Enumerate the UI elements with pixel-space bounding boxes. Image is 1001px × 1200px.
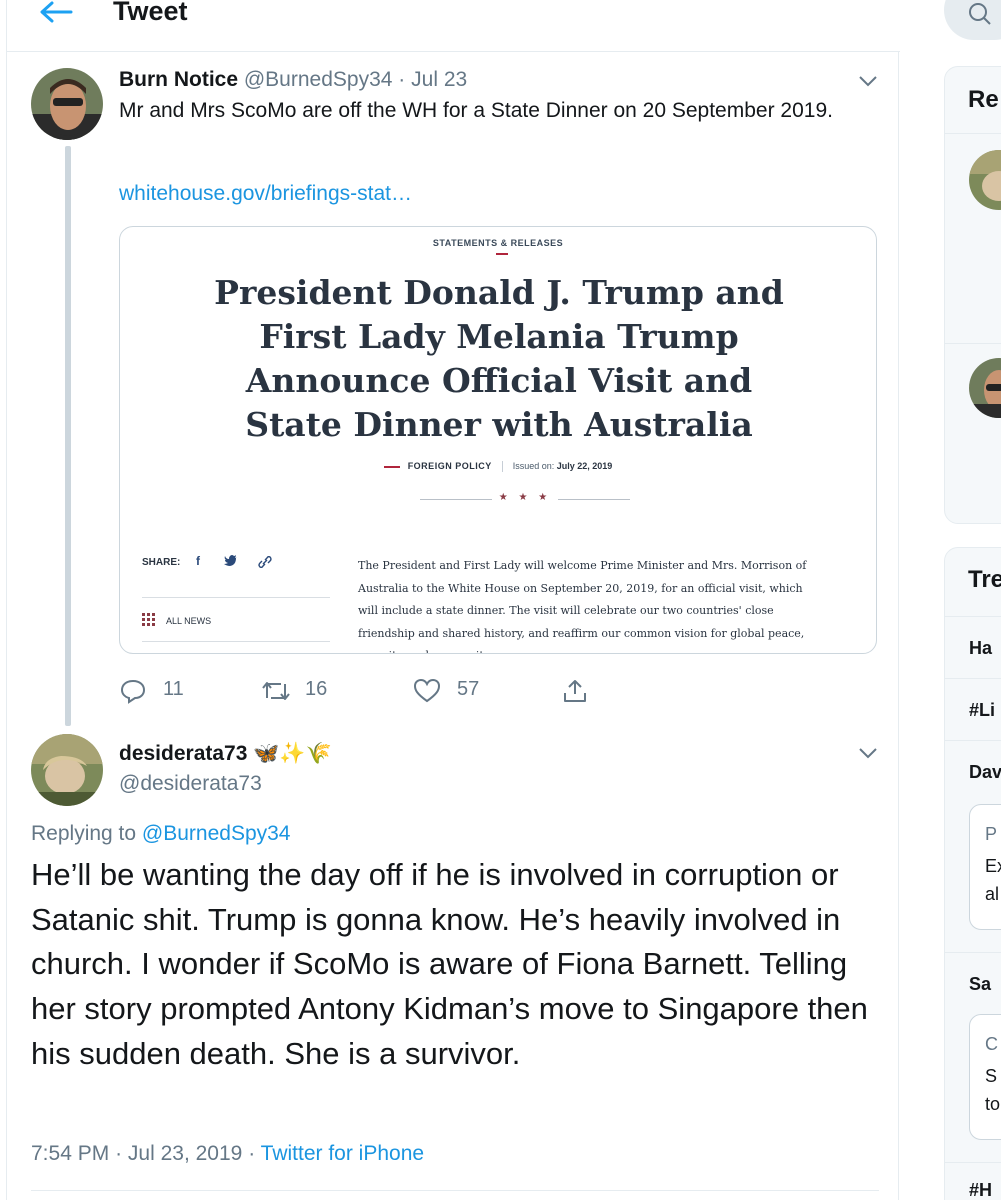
reply-button[interactable]: 11 [119,676,199,704]
tweet1-author-name[interactable]: Burn Notice [119,68,238,91]
trend-item[interactable]: Sa [969,974,991,995]
replying-to-handle[interactable]: @BurnedSpy34 [142,822,291,845]
panel-divider [944,952,1001,953]
chevron-down-icon [859,76,877,87]
chevron-down-icon [859,748,877,759]
panel-divider [944,1162,1001,1163]
trends-title: Tre [968,566,1001,593]
tweet2-meta-separator: · [115,1142,123,1165]
heart-icon [413,678,441,703]
trend-card-line: S [985,1066,998,1086]
like-button[interactable]: 57 [413,676,503,704]
meta-rule [383,465,400,468]
trend-item[interactable]: Ha [969,638,992,659]
panel-divider [944,740,1001,741]
card-issued-label: Issued on: [512,461,555,471]
tweet2-time[interactable]: 7:54 PM [31,1142,109,1165]
avatar-burn-notice[interactable] [31,68,103,140]
card-share-label: SHARE: [142,557,181,568]
panel-divider [944,343,1001,344]
card-category: FOREIGN POLICY [407,461,492,471]
tweet2-date[interactable]: Jul 23, 2019 [128,1142,242,1165]
tweet2-meta-separator-2: · [248,1142,256,1165]
share-icon [564,680,586,702]
back-arrow-icon [40,1,73,23]
card-kicker: STATEMENTS & RELEASES [432,238,564,248]
card-issued-date: July 22, 2019 [556,461,613,471]
tweet1-author-handle[interactable]: @BurnedSpy34 [244,68,393,91]
trend-card-line: Ex [985,856,1001,876]
ornament-line-right [558,499,630,500]
relevant-people-panel [944,66,1001,524]
header-bar: Tweet [7,0,900,52]
tweet1-link[interactable]: whitehouse.gov/briefings-stat… [119,182,412,206]
page-title: Tweet [113,0,188,26]
panel-divider [944,678,1001,679]
trend-item[interactable]: Dav [969,762,1001,783]
retweet-button[interactable]: 16 [261,676,351,704]
trend-card-line: C [985,1034,998,1054]
share-button[interactable] [561,676,591,704]
trend-card-line: to [985,1094,1001,1114]
trend-card-line: P [985,824,998,844]
tweet2-author-name-line: desiderata73 🦋✨🌾 [119,742,332,766]
grid-icon [142,613,156,627]
relevant-people-title: Re [968,86,999,113]
tweet2-meta: 7:54 PM · Jul 23, 2019 · Twitter for iPh… [31,1142,424,1166]
share-divider [142,597,330,598]
tweet2-name-emoji: 🦋✨🌾 [253,742,332,765]
tweet1-text: Mr and Mrs ScoMo are off the WH for a St… [119,99,833,122]
search-box[interactable] [944,0,1001,40]
facebook-icon: f [196,554,200,568]
tweet1-date[interactable]: Jul 23 [411,68,467,91]
tweet2-divider [31,1190,879,1191]
meta-divider [501,461,503,473]
tweet1-more-button[interactable] [857,72,879,90]
reply-icon [120,679,146,704]
back-button[interactable] [35,0,75,28]
retweet-count: 16 [305,678,328,700]
like-count: 57 [457,678,480,700]
tweet1-author-line: Burn Notice @BurnedSpy34 · Jul 23 [119,68,467,92]
reply-count: 11 [163,678,184,700]
tweet2-author-handle[interactable]: @desiderata73 [119,772,262,796]
ornament-stars: ★ ★ ★ [498,492,552,503]
replying-to-prefix: Replying to [31,822,142,845]
card-meta: FOREIGN POLICY Issued on: July 22, 2019 [120,461,876,473]
trend-item[interactable]: #Li [969,700,995,721]
tweet-detail-column: Tweet Burn Notice @BurnedSpy34 · Jul 23 … [6,0,900,1200]
link-preview-card[interactable]: STATEMENTS & RELEASES President Donald J… [119,226,877,654]
thread-connector-line [65,146,71,726]
card-all-news: ALL NEWS [166,616,212,626]
share-divider-2 [142,641,330,642]
ornament-line-left [420,499,492,500]
trend-item[interactable]: #H [969,1180,992,1200]
search-icon [969,3,991,25]
tweet2-more-button[interactable] [857,744,879,762]
trend-card-line: al [985,884,1000,904]
panel-divider [944,616,1001,617]
tweet2-author-name[interactable]: desiderata73 [119,742,247,765]
tweet2-text: He’ll be wanting the day off if he is in… [31,857,868,1071]
replying-to-line: Replying to @BurnedSpy34 [31,822,291,846]
card-headline: President Donald J. Trump and First Lady… [214,273,784,444]
twitter-icon [224,555,238,570]
avatar-desiderata73[interactable] [31,734,103,806]
panel-divider [944,133,1001,134]
tweet1-separator: · [398,68,406,91]
card-body-text: The President and First Lady will welcom… [358,559,807,653]
tweet2-source[interactable]: Twitter for iPhone [261,1142,424,1165]
link-icon [258,555,272,571]
retweet-icon [262,682,290,700]
kicker-rule [496,253,508,255]
